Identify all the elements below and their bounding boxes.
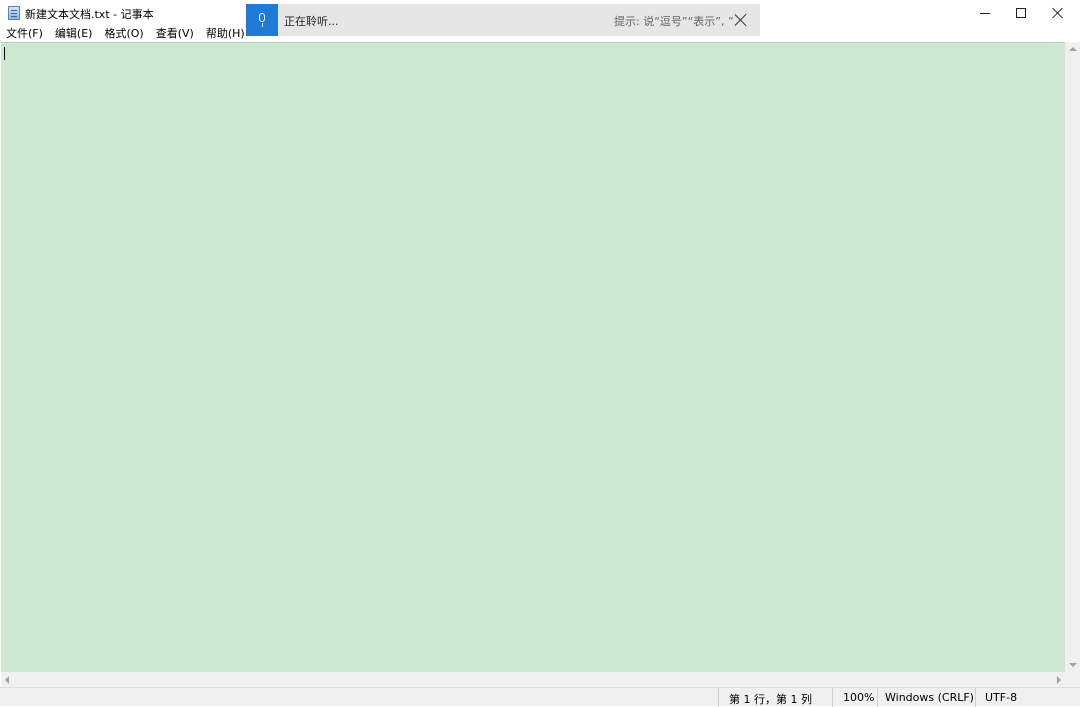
status-divider (877, 688, 878, 707)
close-icon (1052, 7, 1064, 19)
text-editor[interactable] (1, 42, 1065, 672)
text-caret (4, 47, 5, 60)
line-ending: Windows (CRLF) (885, 691, 974, 704)
listening-status: 正在聆听... (284, 15, 339, 28)
status-bar: 第 1 行，第 1 列 100% Windows (CRLF) UTF-8 (0, 687, 1080, 707)
status-divider (832, 688, 833, 707)
notepad-icon[interactable] (8, 6, 20, 20)
vertical-scrollbar[interactable] (1065, 42, 1080, 672)
close-dictation-icon[interactable] (734, 13, 748, 27)
maximize-icon (1016, 8, 1026, 18)
minimize-icon (980, 12, 990, 14)
close-button[interactable] (1040, 0, 1076, 26)
menu-view[interactable]: 查看(V) (150, 26, 200, 42)
scrollbar-corner (1065, 672, 1080, 687)
status-divider (718, 688, 719, 707)
microphone-icon (258, 13, 266, 27)
scroll-left-icon[interactable] (5, 676, 9, 684)
voice-typing-bar: 正在聆听... 提示: 说“逗号”“表示”, ” (246, 4, 760, 36)
scroll-down-icon[interactable] (1069, 663, 1077, 667)
zoom-level: 100% (843, 691, 875, 704)
encoding: UTF-8 (985, 691, 1018, 704)
status-divider (975, 688, 976, 707)
menu-edit[interactable]: 编辑(E) (49, 26, 99, 42)
window-title: 新建文本文档.txt - 记事本 (25, 8, 154, 21)
cursor-position: 第 1 行，第 1 列 (729, 693, 812, 706)
menu-help[interactable]: 帮助(H) (200, 26, 251, 42)
menu-file[interactable]: 文件(F) (0, 26, 49, 42)
dictation-hint: 提示: 说“逗号”“表示”, ” (614, 15, 734, 28)
notepad-window: 新建文本文档.txt - 记事本 文件(F) 编辑(E) 格式(O) 查看(V)… (0, 0, 1080, 707)
minimize-button[interactable] (967, 0, 1003, 26)
microphone-button[interactable] (246, 4, 278, 36)
horizontal-scrollbar[interactable] (1, 672, 1065, 687)
menu-format[interactable]: 格式(O) (98, 26, 149, 42)
scroll-right-icon[interactable] (1057, 676, 1061, 684)
maximize-button[interactable] (1003, 0, 1039, 26)
scroll-up-icon[interactable] (1069, 47, 1077, 51)
